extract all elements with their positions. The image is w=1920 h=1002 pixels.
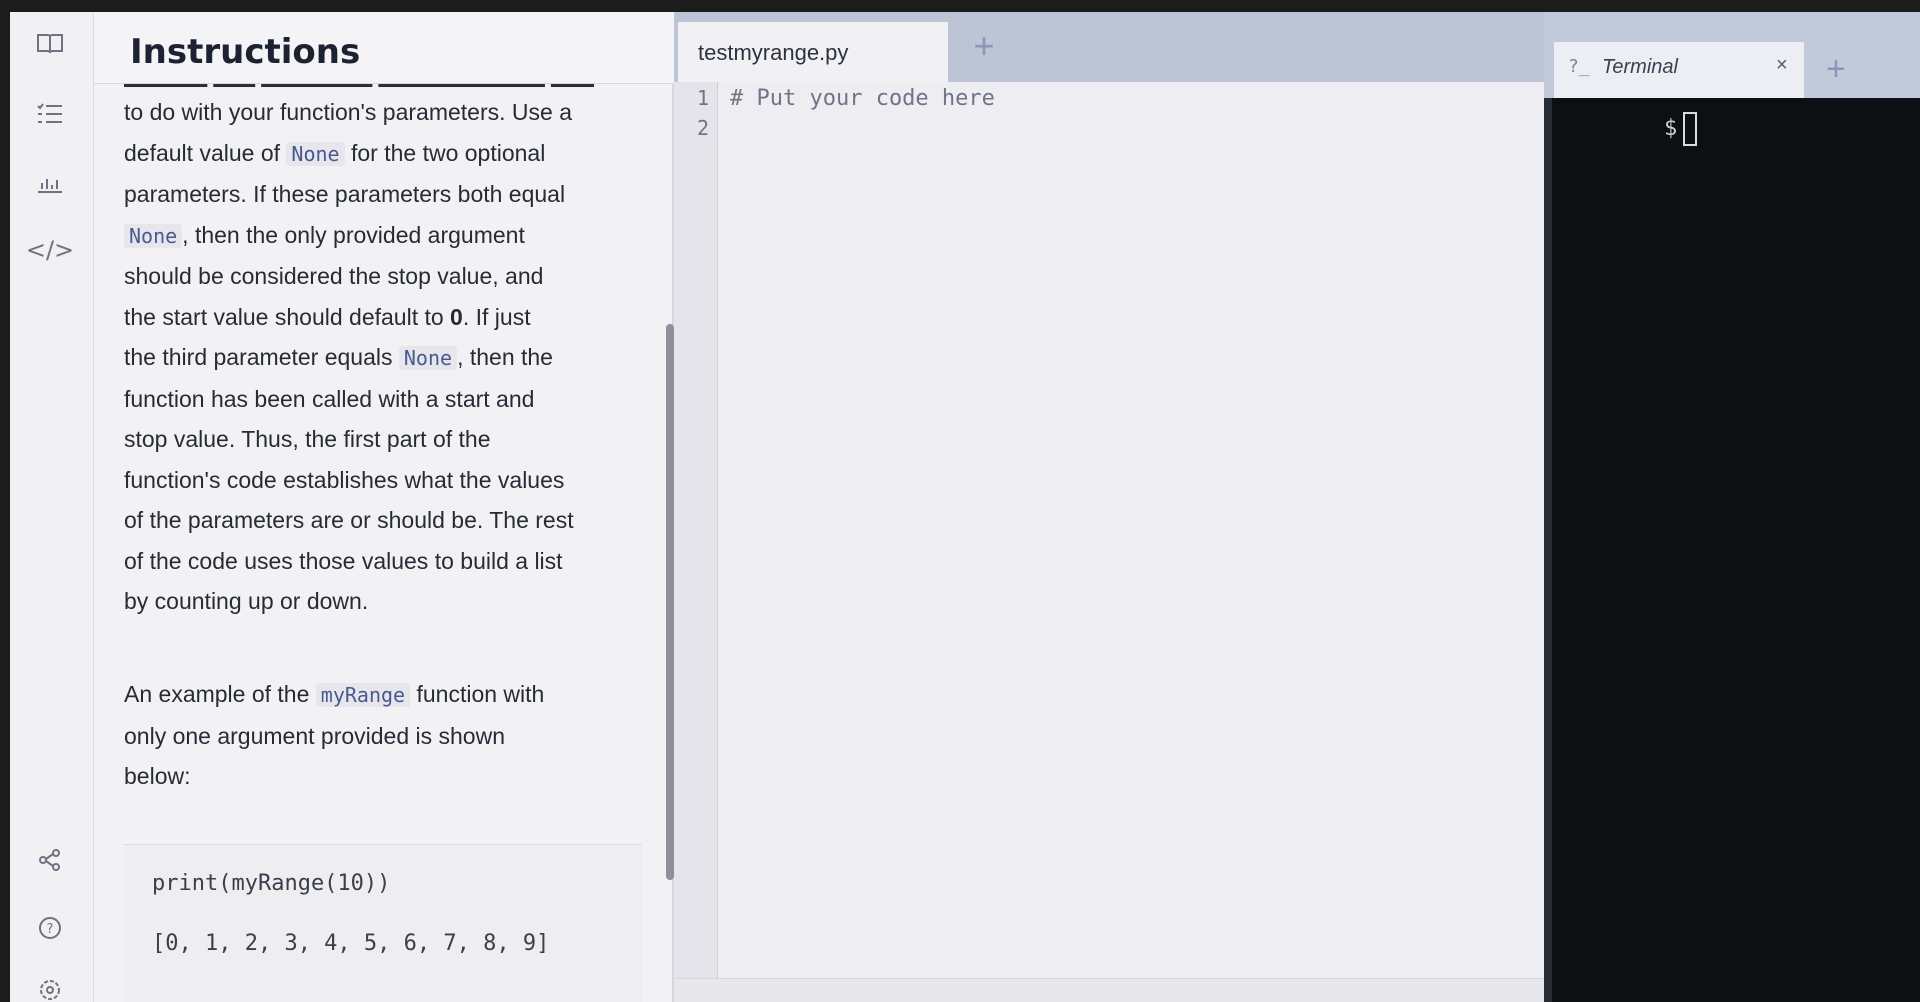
code-line[interactable]: # Put your code here — [730, 86, 995, 111]
svg-text:?: ? — [47, 922, 54, 937]
terminal-panel[interactable]: ?_ Terminal × + $ — [1544, 12, 1920, 1002]
text-span: , then the — [457, 344, 553, 370]
instructions-body: ━━━━━━ ━━━ ━━━━━━━━ ━━━━━━━━━━━━ ━━━━ ━━… — [124, 84, 644, 1002]
text-line: function has been called with a start an… — [124, 379, 644, 420]
text-line: stop value. Thus, the first part of the — [124, 419, 644, 460]
add-tab-button[interactable]: + — [964, 26, 1004, 66]
instructions-scrollbar[interactable] — [666, 324, 674, 880]
code-editor: testmyrange.py + 1 2 # Put your code her… — [674, 12, 1544, 1002]
text-span: . If just — [462, 303, 531, 330]
text-span: default value of — [124, 139, 287, 166]
text-span: function's code establishes what the val… — [124, 466, 565, 493]
text-span: of the code uses those values to build a… — [124, 547, 563, 574]
text-span: for the two optional — [344, 139, 546, 166]
text-line: below: — [124, 756, 644, 797]
text-span: parameters. If these parameters both equ… — [124, 181, 566, 207]
tab-terminal[interactable]: ?_ Terminal × — [1554, 42, 1804, 98]
help-icon[interactable]: ? — [32, 910, 68, 946]
text-line: should be considered the stop value, and — [124, 256, 644, 297]
tab-testmyrange[interactable]: testmyrange.py — [678, 22, 948, 82]
text-span: only one argument provided is shown — [124, 722, 506, 749]
instructions-header: Instructions — [94, 12, 674, 84]
line-number: 2 — [696, 116, 709, 140]
text-span: by counting up or down. — [124, 588, 369, 614]
text-line: only one argument provided is shown — [124, 716, 644, 757]
instructions-panel: Instructions ━━━━━━ ━━━ ━━━━━━━━ ━━━━━━━… — [94, 12, 674, 1002]
example-text: An example of the myRange function with o… — [124, 674, 644, 797]
text-span: the third parameter equals — [124, 344, 399, 370]
text-span: to do with your function's parameters. U… — [124, 99, 572, 125]
text-span: below: — [124, 763, 191, 789]
text-line: An example of the myRange function with — [124, 674, 644, 716]
bold-text: 0 — [450, 303, 463, 330]
text-span: An example of the — [124, 681, 316, 707]
text-line: default value of None for the two option… — [124, 133, 644, 175]
text-line: of the code uses those values to build a… — [124, 541, 644, 582]
chart-icon[interactable] — [32, 164, 68, 200]
editor-status-bar — [674, 978, 1544, 1002]
text-line: to do with your function's parameters. U… — [124, 92, 644, 133]
inline-code: myRange — [315, 683, 411, 707]
text-span: stop value. Thus, the first part of the — [124, 426, 491, 452]
text-span: function has been called with a start an… — [124, 385, 535, 412]
add-terminal-button[interactable]: + — [1826, 52, 1846, 86]
inline-code: None — [124, 223, 183, 248]
text-line: the third parameter equals None, then th… — [124, 337, 644, 379]
code-icon[interactable]: </> — [26, 232, 74, 268]
text-line: of the parameters are or should be. The … — [124, 500, 644, 541]
share-icon[interactable] — [32, 842, 68, 878]
tab-label: Terminal — [1602, 56, 1678, 78]
instructions-text: to do with your function's parameters. U… — [124, 92, 644, 622]
code-example-call: print(myRange(10)) — [152, 871, 391, 896]
terminal-prompt-line: $ — [1664, 112, 1698, 146]
clipped-text-line: ━━━━━━ ━━━ ━━━━━━━━ ━━━━━━━━━━━━ ━━━━ ━━… — [124, 84, 594, 92]
inline-code: None — [398, 346, 458, 370]
inline-code: None — [286, 141, 345, 166]
text-span: the start value should default to — [124, 303, 451, 330]
code-example-block: print(myRange(10)) [0, 1, 2, 3, 4, 5, 6,… — [124, 844, 642, 1002]
text-line: by counting up or down. — [124, 581, 644, 622]
text-line: None, then the only provided argument — [124, 215, 644, 257]
text-span: should be considered the stop value, and — [124, 263, 544, 289]
line-number: 1 — [696, 86, 709, 110]
text-line: the start value should default to 0. If … — [124, 297, 644, 338]
line-number-gutter: 1 2 — [674, 82, 718, 1002]
code-example-output: [0, 1, 2, 3, 4, 5, 6, 7, 8, 9] — [152, 931, 550, 956]
instructions-title: Instructions — [130, 32, 361, 72]
text-span: function with — [410, 681, 545, 707]
text-span: of the parameters are or should be. The … — [124, 507, 574, 533]
left-icon-rail: </> ? — [10, 12, 94, 1002]
close-icon[interactable]: × — [1776, 54, 1788, 77]
list-icon[interactable] — [32, 96, 68, 132]
text-span: , then the only provided argument — [182, 221, 525, 248]
terminal-tab-bar: ?_ Terminal × + — [1544, 12, 1920, 98]
settings-icon[interactable] — [32, 972, 68, 1002]
terminal-cursor — [1683, 112, 1698, 146]
tab-label: testmyrange.py — [698, 40, 849, 65]
ide-screen: </> ? Instructions ━━━━━━ ━━━ ━━━━━━━━ ━… — [10, 12, 1920, 1002]
text-line: parameters. If these parameters both equ… — [124, 174, 644, 215]
terminal-icon: ?_ — [1568, 56, 1590, 77]
book-icon[interactable] — [32, 26, 68, 62]
panel-divider[interactable] — [1544, 98, 1552, 1002]
editor-tab-bar: testmyrange.py + — [674, 12, 1544, 82]
text-line: function's code establishes what the val… — [124, 460, 644, 501]
terminal-prompt: $ — [1664, 116, 1678, 141]
